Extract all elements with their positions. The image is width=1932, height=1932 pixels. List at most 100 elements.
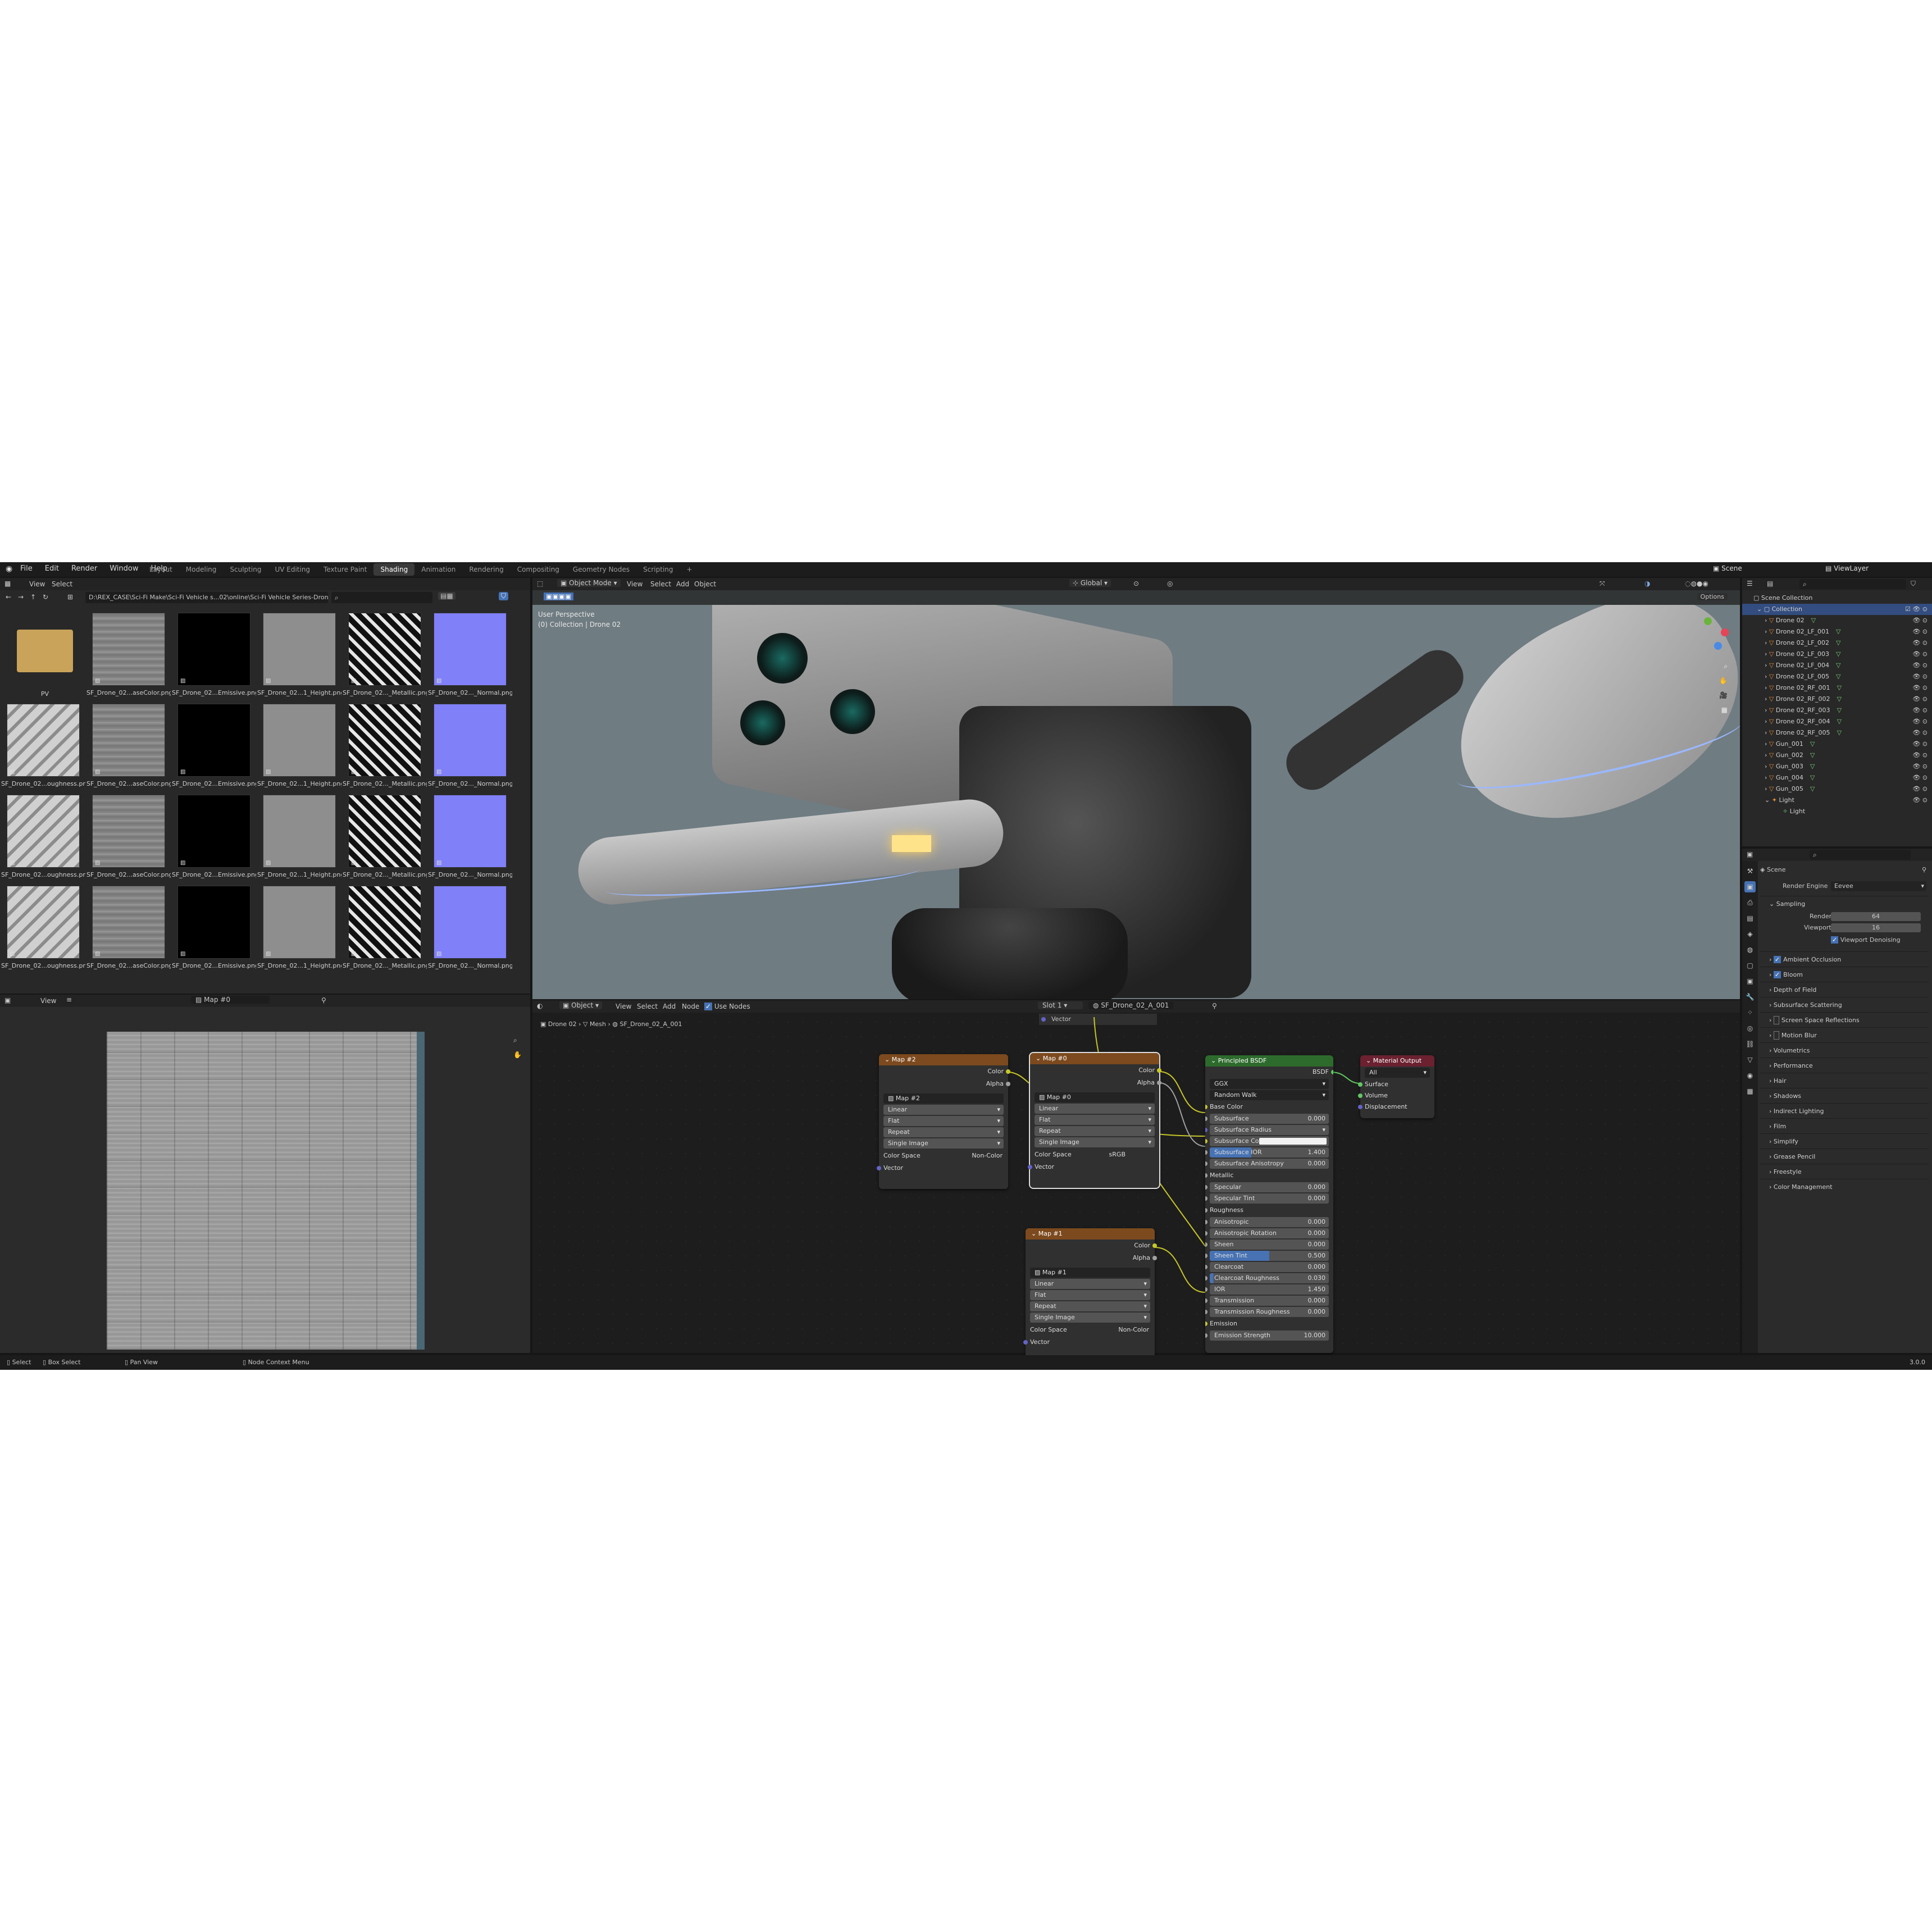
viewport-denoising-row[interactable]: ✓ Viewport Denoising [1760, 933, 1929, 947]
input-socket[interactable] [1205, 1276, 1208, 1281]
view-layer-tab-icon[interactable]: ▤ [1744, 913, 1756, 924]
row-visibility-icons[interactable]: 👁 ⊙ [1912, 727, 1928, 739]
file-item[interactable]: ▨ SF_Drone_02..._Normal.png [428, 886, 518, 977]
input-socket[interactable] [1205, 1287, 1208, 1292]
expand-chevron-icon[interactable]: › [1765, 617, 1769, 624]
expand-chevron-icon[interactable]: › [1765, 650, 1769, 658]
file-item[interactable]: ▨ SF_Drone_02..._Metallic.png [343, 795, 432, 886]
properties-search-input[interactable]: ⌕ [1810, 850, 1911, 860]
bsdf-field-ior[interactable]: IOR 1.450 [1205, 1284, 1329, 1295]
viewport-type-icon[interactable]: ⬚ [537, 580, 543, 587]
roughness-socket[interactable] [1205, 1208, 1208, 1213]
bsdf-field-subsurface-ior[interactable]: Subsurface IOR 1.400 [1205, 1147, 1329, 1158]
workspace-tab-shading[interactable]: Shading [373, 563, 415, 576]
outliner-item[interactable]: › ▽ Drone 02_LF_003 ▽ 👁 ⊙ [1742, 649, 1932, 660]
vp-menu-add[interactable]: Add [676, 580, 689, 588]
file-item[interactable]: ▨ SF_Drone_02...aseColor.png [86, 613, 176, 704]
file-path-input[interactable]: D:\REX_CASE\Sci-Fi Make\Sci-Fi Vehicle s… [85, 592, 328, 603]
expand-chevron-icon[interactable]: › [1765, 673, 1769, 680]
alpha-socket[interactable] [1006, 1082, 1010, 1086]
hand-pan-icon[interactable]: ✋ [513, 1051, 522, 1059]
collection-row[interactable]: ⌄ ▢ Collection ☑ 👁 ⊙ [1742, 604, 1932, 615]
output-tab-icon[interactable]: ⎙ [1744, 897, 1756, 908]
tool-tab-icon[interactable]: ⚒ [1744, 865, 1756, 877]
viewport-pan-icon[interactable]: ✋ [1719, 677, 1728, 685]
emission-strength-field[interactable]: Emission Strength 10.000 [1205, 1330, 1329, 1341]
source-dropdown[interactable]: Single Image ▾ [1030, 1313, 1150, 1323]
panel-screen-space-reflections[interactable]: › Screen Space Reflections [1760, 1012, 1929, 1027]
row-visibility-icons[interactable]: 👁 ⊙ [1912, 750, 1928, 761]
checkbox-icon[interactable] [1773, 1031, 1779, 1040]
image-texture-node-map2[interactable]: ⌄ Map #2 Color Alpha ▨ Map #2 Linear ▾ Fl… [877, 1054, 1010, 1189]
file-item[interactable]: ▨ SF_Drone_02...1_Height.png [257, 886, 347, 977]
vector-socket[interactable] [1028, 1165, 1032, 1169]
input-socket[interactable] [1205, 1254, 1208, 1258]
render-engine-dropdown[interactable]: Eevee ▾ [1831, 881, 1926, 891]
outliner-item[interactable]: › ▽ Gun_002 ▽ 👁 ⊙ [1742, 750, 1932, 761]
bsdf-field-clearcoat[interactable]: Clearcoat 0.000 [1205, 1262, 1329, 1272]
mesh-data-icon[interactable]: ▽ [1837, 695, 1842, 703]
scene-collection-row[interactable]: ▢ Scene Collection [1742, 593, 1932, 604]
outliner-item[interactable]: › ▽ Drone 02_LF_002 ▽ 👁 ⊙ [1742, 637, 1932, 649]
physics-tab-icon[interactable]: ◎ [1744, 1023, 1756, 1034]
view-layer-selector[interactable]: ▤ ViewLayer [1825, 564, 1869, 572]
vector-socket[interactable] [877, 1166, 881, 1170]
nav-forward-icon[interactable]: → [18, 593, 24, 601]
file-item[interactable]: ▨ SF_Drone_02...aseColor.png [86, 886, 176, 977]
data-tab-icon[interactable]: ▽ [1744, 1054, 1756, 1065]
hamburger-icon[interactable]: ≡ [66, 996, 72, 1004]
input-socket[interactable] [1205, 1298, 1208, 1303]
checkbox-checked-icon[interactable]: ✓ [1773, 971, 1781, 978]
color-swatch[interactable] [1259, 1138, 1327, 1145]
metallic-socket[interactable] [1205, 1173, 1208, 1178]
panel-color-management[interactable]: › Color Management [1760, 1179, 1929, 1194]
sampling-panel-header[interactable]: ⌄ Sampling [1760, 896, 1929, 911]
expand-chevron-icon[interactable]: › [1765, 763, 1769, 770]
row-visibility-icons[interactable]: 👁 ⊙ [1912, 739, 1928, 750]
transform-orientation[interactable]: ⊹ Global ▾ [1069, 579, 1111, 587]
mode-selector[interactable]: ▣ Object Mode ▾ [557, 579, 621, 587]
outliner-item[interactable]: › ▽ Drone 02_RF_003 ▽ 👁 ⊙ [1742, 705, 1932, 716]
add-workspace-button[interactable]: + [680, 563, 699, 576]
panel-bloom[interactable]: › ✓ Bloom [1760, 967, 1929, 982]
image-editor-view-menu[interactable]: View [40, 997, 56, 1005]
image-editor-type-icon[interactable]: ▣ [4, 996, 11, 1004]
mesh-data-icon[interactable]: ▽ [1837, 707, 1842, 714]
extension-dropdown[interactable]: Repeat ▾ [1030, 1301, 1150, 1311]
file-item[interactable]: ▨ SF_Drone_02...oughness.png [1, 704, 91, 795]
vp-menu-select[interactable]: Select [650, 580, 671, 588]
constraints-tab-icon[interactable]: ⛓ [1744, 1038, 1756, 1050]
mesh-data-icon[interactable]: ▽ [1810, 751, 1815, 759]
row-visibility-icons[interactable]: 👁 ⊙ [1912, 783, 1928, 795]
panel-freestyle[interactable]: › Freestyle [1760, 1164, 1929, 1179]
outliner-item[interactable]: › ▽ Drone 02_LF_004 ▽ 👁 ⊙ [1742, 660, 1932, 671]
row-visibility-icons[interactable]: 👁 ⊙ [1912, 772, 1928, 783]
grid-view-icon[interactable]: ▦ [1721, 706, 1728, 714]
vp-menu-view[interactable]: View [627, 580, 643, 588]
mesh-data-icon[interactable]: ▽ [1811, 617, 1816, 624]
projection-dropdown[interactable]: Flat ▾ [883, 1116, 1004, 1126]
expand-chevron-icon[interactable]: › [1765, 695, 1769, 703]
row-visibility-icons[interactable]: ☑ 👁 ⊙ [1905, 604, 1928, 615]
expand-chevron-icon[interactable]: ⌄ [1765, 796, 1772, 804]
blender-logo-icon[interactable]: ◉ [6, 564, 12, 573]
gizmo-toggle-icon[interactable]: ⤧ [1600, 580, 1605, 588]
node-header[interactable]: ⌄ Map #1 [1026, 1228, 1155, 1240]
particles-tab-icon[interactable]: ⁘ [1744, 1007, 1756, 1018]
checkbox-icon[interactable] [1773, 1016, 1779, 1024]
tool-select-icon[interactable]: ▣▣▣▣ [544, 593, 574, 600]
input-socket[interactable] [1205, 1161, 1208, 1166]
mesh-data-icon[interactable]: ▽ [1837, 718, 1842, 725]
viewport-options-button[interactable]: Options [1697, 593, 1728, 600]
file-item[interactable]: ▨ SF_Drone_02..._Normal.png [428, 795, 518, 886]
expand-chevron-icon[interactable]: › [1765, 628, 1769, 635]
row-visibility-icons[interactable]: 👁 ⊙ [1912, 716, 1928, 727]
snap-icon[interactable]: ⊙ [1133, 580, 1139, 587]
mesh-data-icon[interactable]: ▽ [1836, 650, 1840, 658]
menu-window[interactable]: Window [110, 564, 138, 573]
world-tab-icon[interactable]: ◍ [1744, 944, 1756, 955]
bsdf-field-subsurface-radius[interactable]: Subsurface Radius ▾ [1205, 1125, 1329, 1135]
outliner-item[interactable]: › ▽ Drone 02_RF_004 ▽ 👁 ⊙ [1742, 716, 1932, 727]
workspace-tab-texture-paint[interactable]: Texture Paint [317, 563, 373, 576]
texture-tab-icon[interactable]: ▦ [1744, 1086, 1756, 1097]
